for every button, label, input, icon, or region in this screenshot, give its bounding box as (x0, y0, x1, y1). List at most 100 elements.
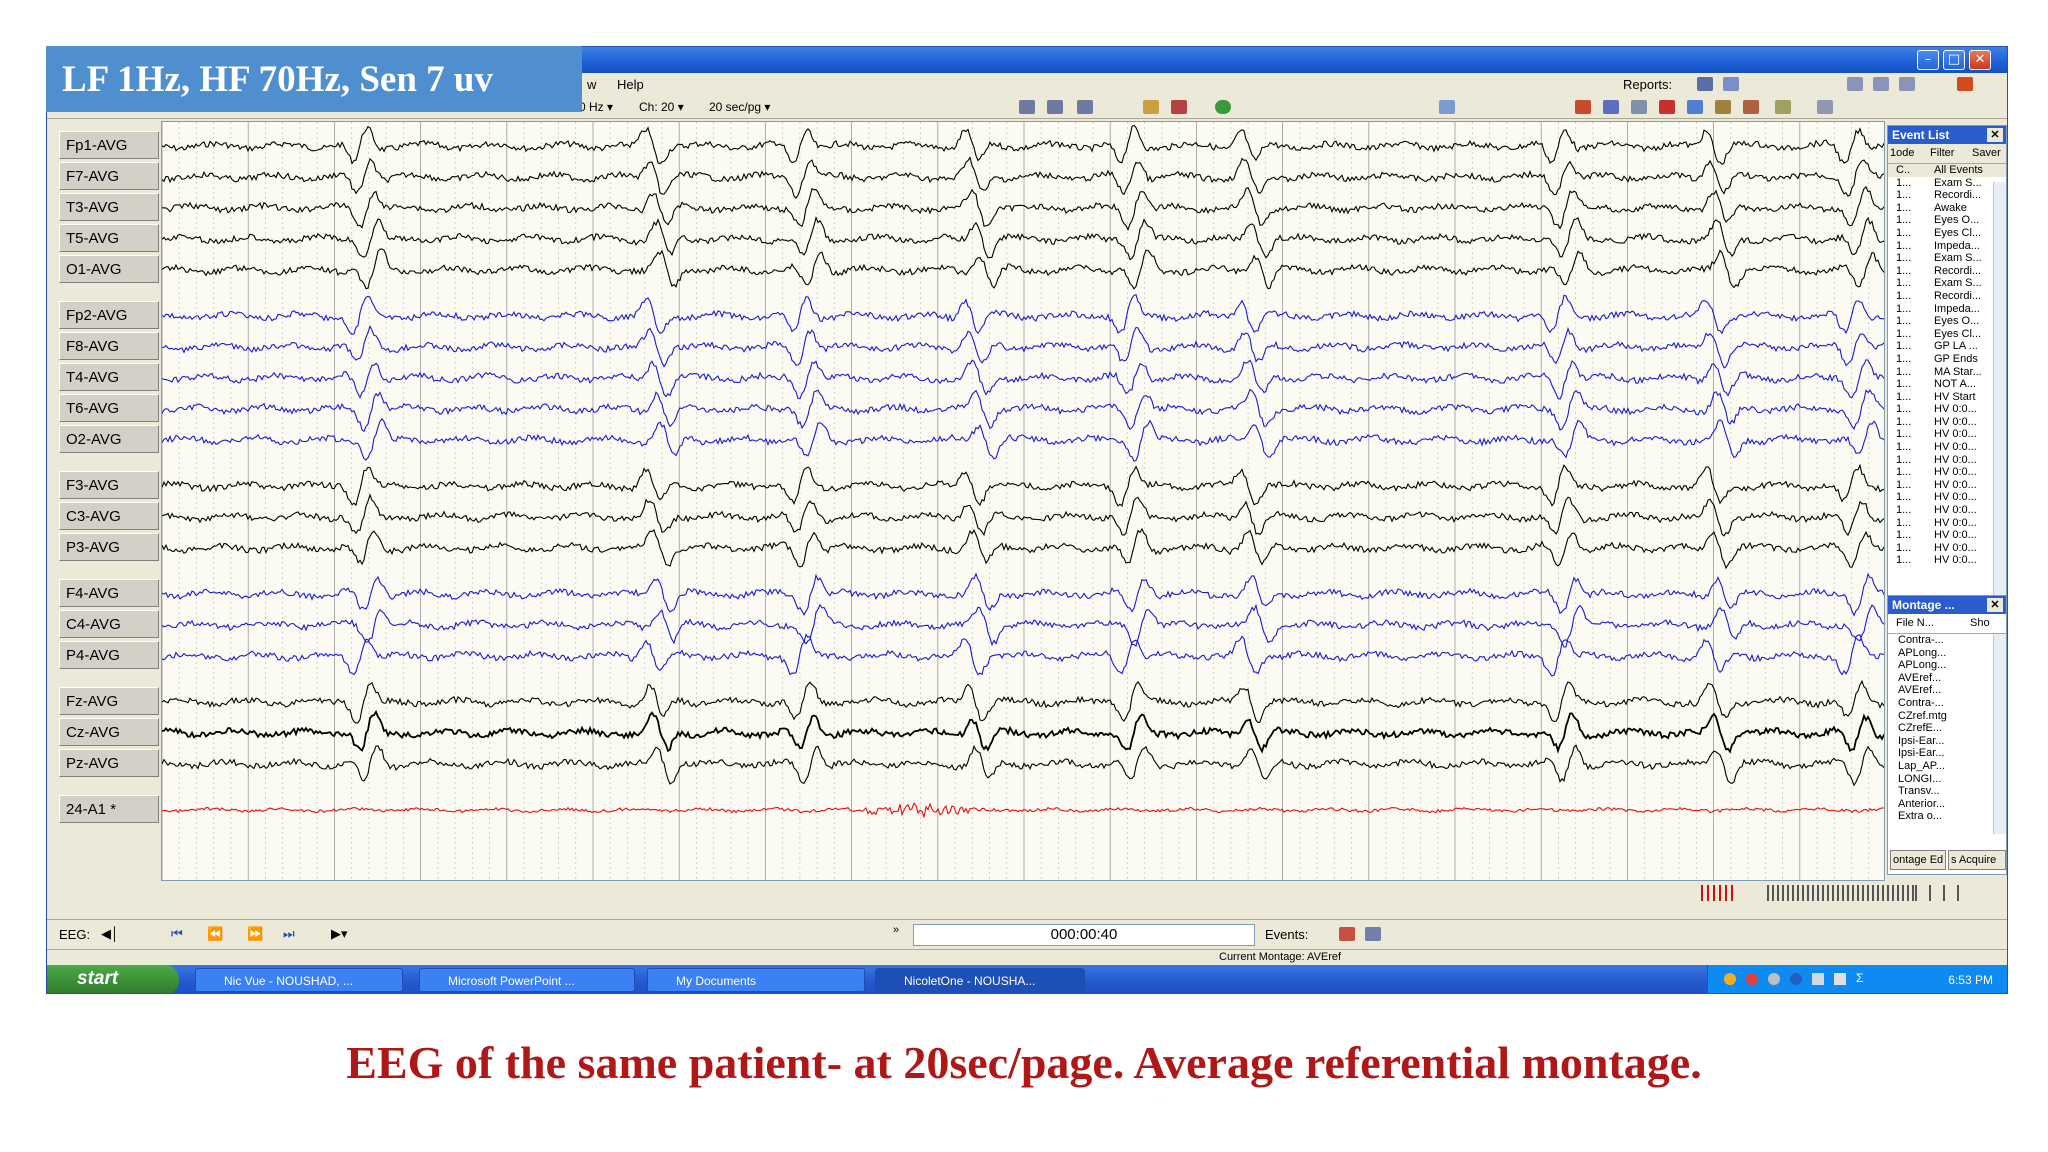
sigma-icon[interactable]: Σ (1856, 971, 1863, 985)
list-item[interactable]: 1... Eyes Cl... (1888, 227, 2006, 240)
calendar-icon[interactable] (1817, 100, 1833, 114)
taskbar-item-nicoletone[interactable]: NicoletOne - NOUSHA... (875, 968, 1085, 992)
channel-label[interactable]: F8-AVG (59, 332, 159, 360)
display-icon[interactable] (1812, 973, 1824, 985)
column-header-show[interactable]: Sho (1970, 617, 1990, 629)
tab-mode[interactable]: 1ode (1890, 147, 1914, 159)
list-item[interactable]: 1... HV 0:0... (1888, 529, 2006, 542)
event-marker[interactable] (1943, 885, 1945, 901)
taskbar-item-documents[interactable]: My Documents (647, 968, 865, 992)
spike-icon[interactable] (1631, 100, 1647, 114)
event-marker[interactable] (1929, 885, 1931, 901)
prev-page-icon[interactable]: ⏪ (207, 926, 223, 942)
channel-label[interactable]: 24-A1 * (59, 795, 159, 823)
camera-icon[interactable] (1077, 100, 1093, 114)
event-marker[interactable] (1892, 885, 1894, 901)
event-marker[interactable] (1782, 885, 1784, 901)
list-item[interactable]: Ipsi-Ear... (1888, 747, 2006, 760)
event-marker[interactable] (1852, 885, 1854, 901)
channel-label[interactable]: Pz-AVG (59, 749, 159, 777)
list-item[interactable]: 1... Eyes O... (1888, 214, 2006, 227)
event-marker[interactable] (1777, 885, 1779, 901)
list-item[interactable]: Extra o... (1888, 810, 2006, 823)
channel-label[interactable]: Cz-AVG (59, 718, 159, 746)
list-item[interactable]: 1... GP Ends (1888, 353, 2006, 366)
event-marker[interactable] (1915, 885, 1917, 901)
event-marker[interactable] (1792, 885, 1794, 901)
event-marker[interactable] (1812, 885, 1814, 901)
close-icon[interactable]: ✕ (1969, 50, 1991, 70)
channel-label[interactable]: P4-AVG (59, 641, 159, 669)
list-item[interactable]: Transv... (1888, 785, 2006, 798)
list-item[interactable]: Contra-... (1888, 634, 2006, 647)
list-item[interactable]: Ipsi-Ear... (1888, 735, 2006, 748)
people-icon[interactable] (1743, 100, 1759, 114)
event-marker[interactable] (1707, 885, 1709, 901)
list-item[interactable]: AVEref... (1888, 684, 2006, 697)
event-marker[interactable] (1731, 885, 1733, 901)
close-icon[interactable]: ✕ (1987, 598, 2003, 612)
list-item[interactable]: 1... Eyes Cl... (1888, 328, 2006, 341)
volume-icon[interactable] (1768, 973, 1780, 985)
event-marker[interactable] (1701, 885, 1703, 901)
acquire-button[interactable]: s Acquire (1948, 850, 2006, 870)
window-tile-icon[interactable] (1847, 77, 1863, 91)
list-item[interactable]: 1... HV 0:0... (1888, 416, 2006, 429)
seizure-icon[interactable] (1715, 100, 1731, 114)
event-marker[interactable] (1772, 885, 1774, 901)
annotate-icon[interactable] (1659, 100, 1675, 114)
list-item[interactable]: 1... HV 0:0... (1888, 441, 2006, 454)
last-page-icon[interactable]: ⏭ (283, 926, 295, 942)
trend-icon[interactable] (1171, 100, 1187, 114)
page-scroll-area[interactable] (55, 883, 2007, 919)
list-item[interactable]: 1... HV 0:0... (1888, 542, 2006, 555)
list-item[interactable]: 1... HV 0:0... (1888, 454, 2006, 467)
filter-combo[interactable]: 0 Hz ▾ (579, 100, 613, 114)
list-item[interactable]: 1... HV 0:0... (1888, 554, 2006, 567)
channel-label[interactable]: O2-AVG (59, 425, 159, 453)
channel-label[interactable]: T4-AVG (59, 363, 159, 391)
channel-label[interactable]: T5-AVG (59, 224, 159, 252)
channel-label[interactable]: T6-AVG (59, 394, 159, 422)
list-item[interactable]: 1... Recordi... (1888, 290, 2006, 303)
event-marker[interactable] (1887, 885, 1889, 901)
event-marker[interactable] (1837, 885, 1839, 901)
save-icon[interactable] (1047, 100, 1063, 114)
event-marker[interactable] (1832, 885, 1834, 901)
montage-icon[interactable] (1143, 100, 1159, 114)
taskbar-item-nicvue[interactable]: Nic Vue - NOUSHAD, ... (195, 968, 403, 992)
page-speed-combo[interactable]: 20 sec/pg ▾ (709, 100, 770, 114)
list-item[interactable]: APLong... (1888, 659, 2006, 672)
list-item[interactable]: 1... Impeda... (1888, 240, 2006, 253)
list-item[interactable]: Anterior... (1888, 798, 2006, 811)
print-icon[interactable] (1019, 100, 1035, 114)
list-item[interactable]: 1... HV 0:0... (1888, 517, 2006, 530)
list-item[interactable]: 1... HV 0:0... (1888, 428, 2006, 441)
channel-label[interactable]: Fp1-AVG (59, 131, 159, 159)
list-item[interactable]: 1... HV 0:0... (1888, 479, 2006, 492)
event-marker[interactable] (1847, 885, 1849, 901)
list-item[interactable]: LONGI... (1888, 773, 2006, 786)
list-item[interactable]: 1... Recordi... (1888, 265, 2006, 278)
list-item[interactable]: 1... HV 0:0... (1888, 504, 2006, 517)
grid-icon[interactable] (1603, 100, 1619, 114)
list-item[interactable]: CZref.mtg (1888, 710, 2006, 723)
list-item[interactable]: Contra-... (1888, 697, 2006, 710)
event-marker[interactable] (1797, 885, 1799, 901)
event-marker[interactable] (1872, 885, 1874, 901)
maximize-icon[interactable]: □ (1943, 50, 1965, 70)
event-marker[interactable] (1867, 885, 1869, 901)
network-icon[interactable] (1746, 973, 1758, 985)
event-marker[interactable] (1827, 885, 1829, 901)
link-icon[interactable] (1439, 100, 1455, 114)
rewind-icon[interactable]: ◀│ (101, 926, 119, 942)
list-item[interactable]: 1... NOT A... (1888, 378, 2006, 391)
list-item[interactable]: Lap_AP... (1888, 760, 2006, 773)
list-item[interactable]: AVEref... (1888, 672, 2006, 685)
event-list-header[interactable]: C.. All Events (1888, 164, 2006, 177)
list-item[interactable]: 1... Exam S... (1888, 177, 2006, 190)
event-marker[interactable] (1862, 885, 1864, 901)
menu-item-help[interactable]: Help (617, 77, 644, 92)
event-marker[interactable] (1822, 885, 1824, 901)
window-cascade-icon[interactable] (1873, 77, 1889, 91)
